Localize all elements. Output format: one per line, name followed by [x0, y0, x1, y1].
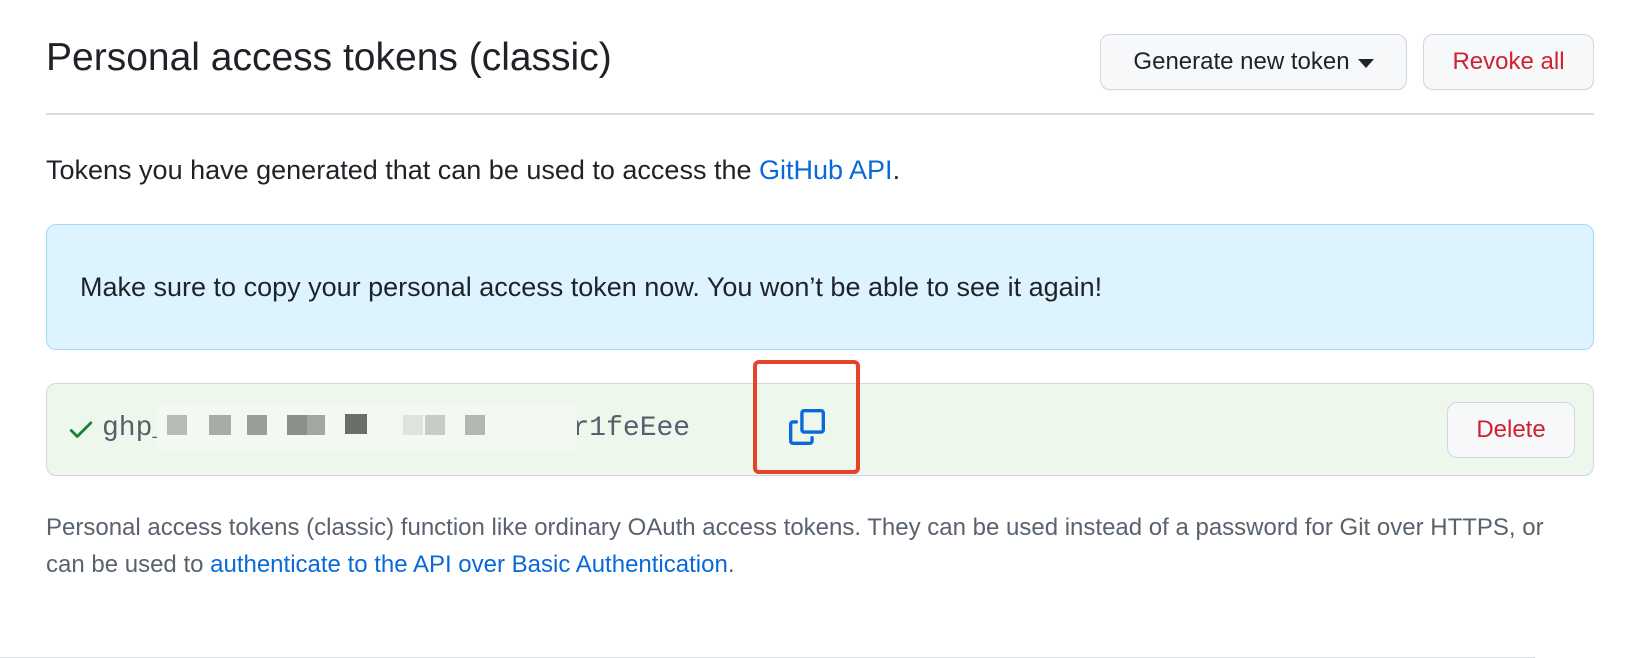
copy-token-notice: Make sure to copy your personal access t…: [46, 224, 1594, 350]
basic-auth-link[interactable]: authenticate to the API over Basic Authe…: [210, 551, 728, 578]
classic-tokens-note: Personal access tokens (classic) functio…: [46, 509, 1576, 583]
check-icon: [69, 421, 93, 438]
token-redaction-mask: [157, 406, 577, 452]
revoke-all-button[interactable]: Revoke all: [1423, 34, 1594, 90]
generate-new-token-button[interactable]: Generate new token: [1100, 34, 1407, 90]
classic-tokens-note-suffix: .: [727, 551, 735, 578]
github-api-link[interactable]: GitHub API: [759, 155, 893, 185]
redaction-block: [287, 415, 307, 435]
redaction-block: [167, 415, 187, 435]
redaction-block: [307, 415, 325, 435]
redaction-block: [425, 415, 445, 435]
triangle-down-icon: [1357, 58, 1374, 68]
redaction-block: [465, 415, 485, 435]
tokens-description: Tokens you have generated that can be us…: [46, 152, 900, 188]
page-title: Personal access tokens (classic): [46, 36, 612, 79]
generate-new-token-label: Generate new token: [1133, 48, 1350, 75]
tokens-description-text: Tokens you have generated that can be us…: [46, 155, 759, 185]
page-header: Personal access tokens (classic) Generat…: [46, 0, 1594, 115]
new-token-row: ghp_ v0x378lrir1feEee Delete: [46, 383, 1594, 476]
delete-token-button[interactable]: Delete: [1447, 402, 1575, 458]
redaction-block: [247, 415, 267, 435]
tokens-description-suffix: .: [892, 155, 901, 185]
redaction-block: [209, 415, 231, 435]
copy-icon[interactable]: [789, 408, 825, 446]
page: Personal access tokens (classic) Generat…: [0, 0, 1640, 658]
redaction-block: [345, 414, 367, 434]
redaction-block: [403, 415, 423, 435]
copy-token-notice-text: Make sure to copy your personal access t…: [80, 271, 1103, 302]
